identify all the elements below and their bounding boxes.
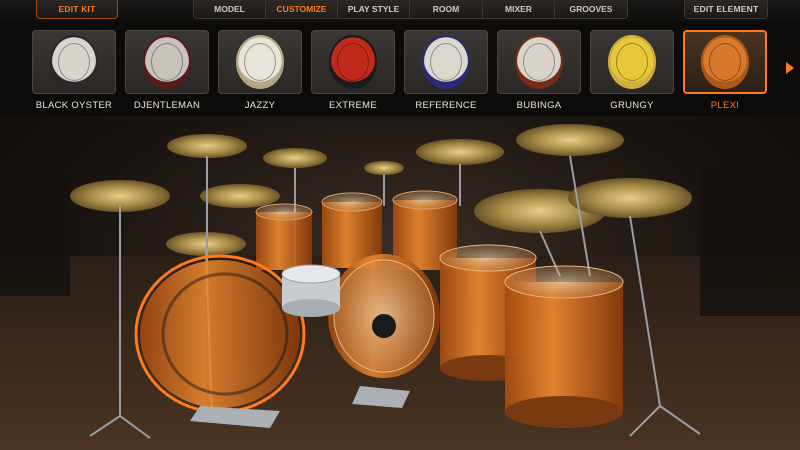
kit-label: GRUNGY	[610, 100, 654, 111]
drum-kit-illustration	[0, 124, 800, 450]
kit-label: BLACK OYSTER	[35, 100, 113, 111]
top-toolbar: EDIT KIT MODEL CUSTOMIZE PLAY STYLE ROOM…	[0, 0, 800, 22]
drum-head-icon	[517, 37, 561, 87]
tab-customize[interactable]: CUSTOMIZE	[266, 0, 338, 19]
edit-kit-button[interactable]: EDIT KIT	[36, 0, 118, 19]
tab-play-style[interactable]: PLAY STYLE	[338, 0, 410, 19]
cymbal[interactable]	[167, 134, 247, 158]
bass-drum-right[interactable]	[328, 254, 440, 378]
kit-bubinga[interactable]: BUBINGA	[497, 30, 581, 111]
kit-thumbnail	[311, 30, 395, 94]
kit-jazzy[interactable]: JAZZY	[218, 30, 302, 111]
kit-label: JAZZY	[244, 100, 276, 111]
cymbal[interactable]	[263, 148, 327, 168]
drum-head-icon	[331, 37, 375, 87]
ride-cymbal[interactable]	[516, 124, 624, 156]
drum-head-icon	[703, 37, 747, 87]
amp-cabinet-right	[700, 166, 800, 316]
floor-tom-right[interactable]	[504, 265, 624, 428]
edit-element-button[interactable]: EDIT ELEMENT	[684, 0, 768, 19]
splash-cymbal[interactable]	[364, 161, 404, 175]
tab-model[interactable]: MODEL	[193, 0, 266, 19]
kit-thumbnail	[218, 30, 302, 94]
kit-thumbnail	[404, 30, 488, 94]
kit-selector: BLACK OYSTER DJENTLEMAN JAZZY EXTREME RE…	[0, 24, 800, 116]
cymbal[interactable]	[416, 139, 504, 165]
tab-mixer[interactable]: MIXER	[483, 0, 555, 19]
kit-reference[interactable]: REFERENCE	[404, 30, 488, 111]
cymbal[interactable]	[200, 184, 280, 208]
kit-thumbnail	[497, 30, 581, 94]
snare-drum[interactable]	[281, 264, 341, 317]
kit-label: EXTREME	[328, 100, 378, 111]
chevron-right-icon[interactable]	[786, 62, 794, 74]
kit-plexi[interactable]: PLEXI	[683, 30, 767, 111]
kit-grungy[interactable]: GRUNGY	[590, 30, 674, 111]
drum-kit-stage	[0, 116, 800, 450]
kit-label: REFERENCE	[415, 100, 477, 111]
mode-tabs: MODEL CUSTOMIZE PLAY STYLE ROOM MIXER GR…	[193, 0, 628, 19]
drum-head-icon	[238, 37, 282, 87]
tab-room[interactable]: ROOM	[410, 0, 483, 19]
kit-thumbnail	[32, 30, 116, 94]
kit-label: DJENTLEMAN	[133, 100, 201, 111]
kit-label: PLEXI	[710, 100, 740, 111]
kit-thumbnail	[590, 30, 674, 94]
drum-head-icon	[424, 37, 468, 87]
kit-extreme[interactable]: EXTREME	[311, 30, 395, 111]
kit-djentleman[interactable]: DJENTLEMAN	[125, 30, 209, 111]
rack-tom-left[interactable]	[255, 203, 313, 270]
kit-label: BUBINGA	[516, 100, 562, 111]
amp-cabinet-left	[0, 176, 70, 296]
kit-thumbnail	[683, 30, 767, 94]
kit-thumbnail	[125, 30, 209, 94]
drum-head-icon	[610, 37, 654, 87]
cymbal[interactable]	[568, 178, 692, 218]
tab-grooves[interactable]: GROOVES	[555, 0, 628, 19]
drum-head-icon	[145, 37, 189, 87]
drum-head-icon	[52, 37, 96, 87]
kit-black-oyster[interactable]: BLACK OYSTER	[32, 30, 116, 111]
bass-drum-left[interactable]	[134, 254, 306, 414]
